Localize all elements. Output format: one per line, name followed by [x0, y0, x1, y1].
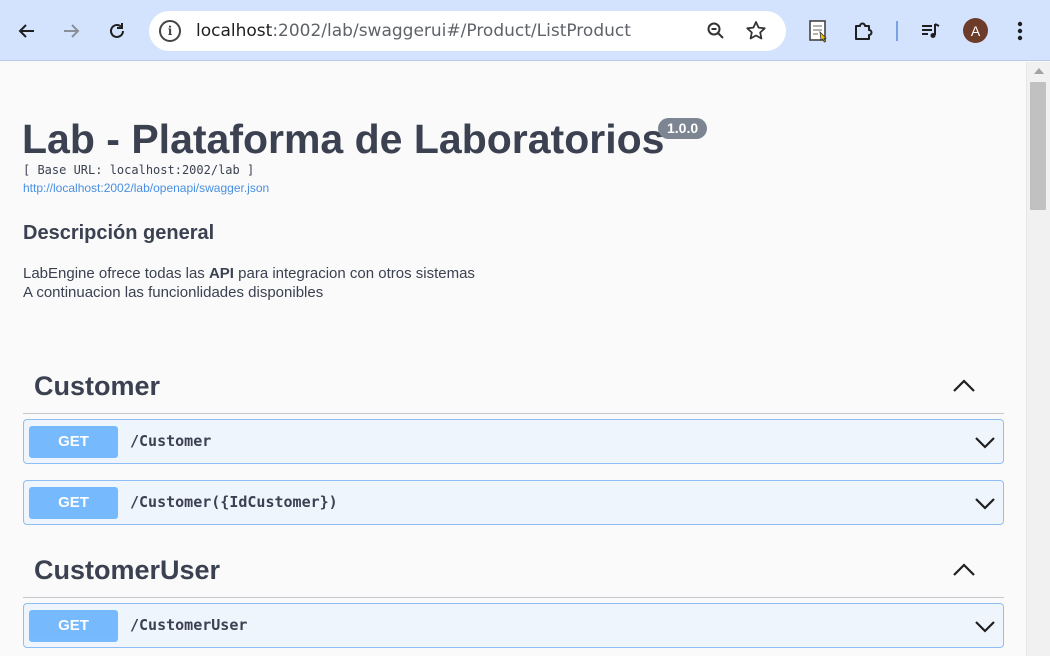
endpoint-path: /Customer	[130, 432, 212, 450]
chevron-down-icon[interactable]	[974, 434, 996, 450]
browser-menu-button[interactable]	[1003, 14, 1037, 48]
media-controls-button[interactable]	[913, 14, 947, 48]
opblock-get-customer-by-id[interactable]: GET /Customer({IdCustomer})	[23, 480, 1004, 525]
bookmark-star-icon[interactable]	[744, 19, 768, 43]
tag-name: CustomerUser	[34, 555, 221, 585]
version-badge: 1.0.0	[658, 118, 708, 139]
arrow-left-icon	[18, 24, 34, 38]
tag-name: Customer	[34, 371, 161, 401]
tag-header-customeruser[interactable]: CustomerUser	[23, 546, 1004, 598]
tag-header-customer[interactable]: Customer	[23, 362, 1004, 414]
endpoint-path: /Customer({IdCustomer})	[130, 493, 338, 511]
swagger-json-link[interactable]: http://localhost:2002/lab/openapi/swagge…	[23, 181, 269, 195]
chevron-down-icon[interactable]	[974, 618, 996, 634]
scrollbar-thumb[interactable]	[1030, 82, 1046, 210]
extension-button[interactable]	[801, 14, 835, 48]
description-line-2: A continuacion las funcionlidades dispon…	[23, 284, 324, 301]
playlist-music-icon	[922, 23, 940, 38]
chevron-down-icon[interactable]	[974, 495, 996, 511]
method-badge: GET	[29, 487, 118, 519]
forward-button[interactable]	[54, 14, 88, 48]
description-heading: Descripción general	[23, 222, 215, 244]
scroll-up-arrow-icon[interactable]	[1034, 68, 1044, 74]
chevron-up-icon[interactable]	[951, 376, 977, 394]
puzzle-icon	[855, 22, 873, 40]
method-badge: GET	[29, 426, 118, 458]
extension-page-icon	[809, 20, 827, 43]
site-info-icon[interactable]: i	[159, 20, 181, 42]
address-bar[interactable]: i localhost:2002/lab/swaggerui#/Product/…	[149, 11, 786, 51]
tag-section-customeruser: CustomerUser GET /CustomerUser	[23, 546, 1004, 656]
toolbar-divider	[896, 21, 898, 41]
base-url: [ Base URL: localhost:2002/lab ]	[23, 163, 255, 177]
method-badge: GET	[29, 610, 118, 642]
reload-icon	[110, 23, 124, 38]
swagger-page: Lab - Plataforma de Laboratorios 1.0.0 […	[0, 62, 1026, 656]
chevron-up-icon[interactable]	[951, 560, 977, 578]
url-host: localhost	[196, 21, 273, 41]
back-button[interactable]	[10, 14, 44, 48]
arrow-right-icon	[64, 24, 80, 38]
kebab-menu-icon	[1017, 21, 1023, 41]
zoom-icon[interactable]	[704, 19, 728, 43]
description-text-end: para integracion con otros sistemas	[233, 265, 475, 282]
api-title: Lab - Plataforma de Laboratorios	[22, 116, 665, 162]
tag-section-customer: Customer GET /Customer GET /Customer({Id…	[23, 362, 1004, 532]
extensions-button[interactable]	[846, 14, 880, 48]
url-path: :2002/lab/swaggerui#/Product/ListProduct	[272, 21, 631, 41]
url-text[interactable]: localhost:2002/lab/swaggerui#/Product/Li…	[196, 21, 631, 41]
opblock-get-customeruser[interactable]: GET /CustomerUser	[23, 603, 1004, 648]
browser-toolbar: i localhost:2002/lab/swaggerui#/Product/…	[0, 0, 1050, 61]
profile-avatar[interactable]: A	[963, 18, 988, 43]
endpoint-path: /CustomerUser	[130, 616, 248, 634]
description-bold: API	[208, 265, 234, 282]
description-line-1: LabEngine ofrece todas las API para inte…	[23, 265, 475, 282]
reload-button[interactable]	[100, 14, 134, 48]
page-scrollbar[interactable]	[1026, 62, 1050, 656]
opblock-get-customer[interactable]: GET /Customer	[23, 419, 1004, 464]
description-text: LabEngine ofrece todas las	[23, 265, 209, 282]
